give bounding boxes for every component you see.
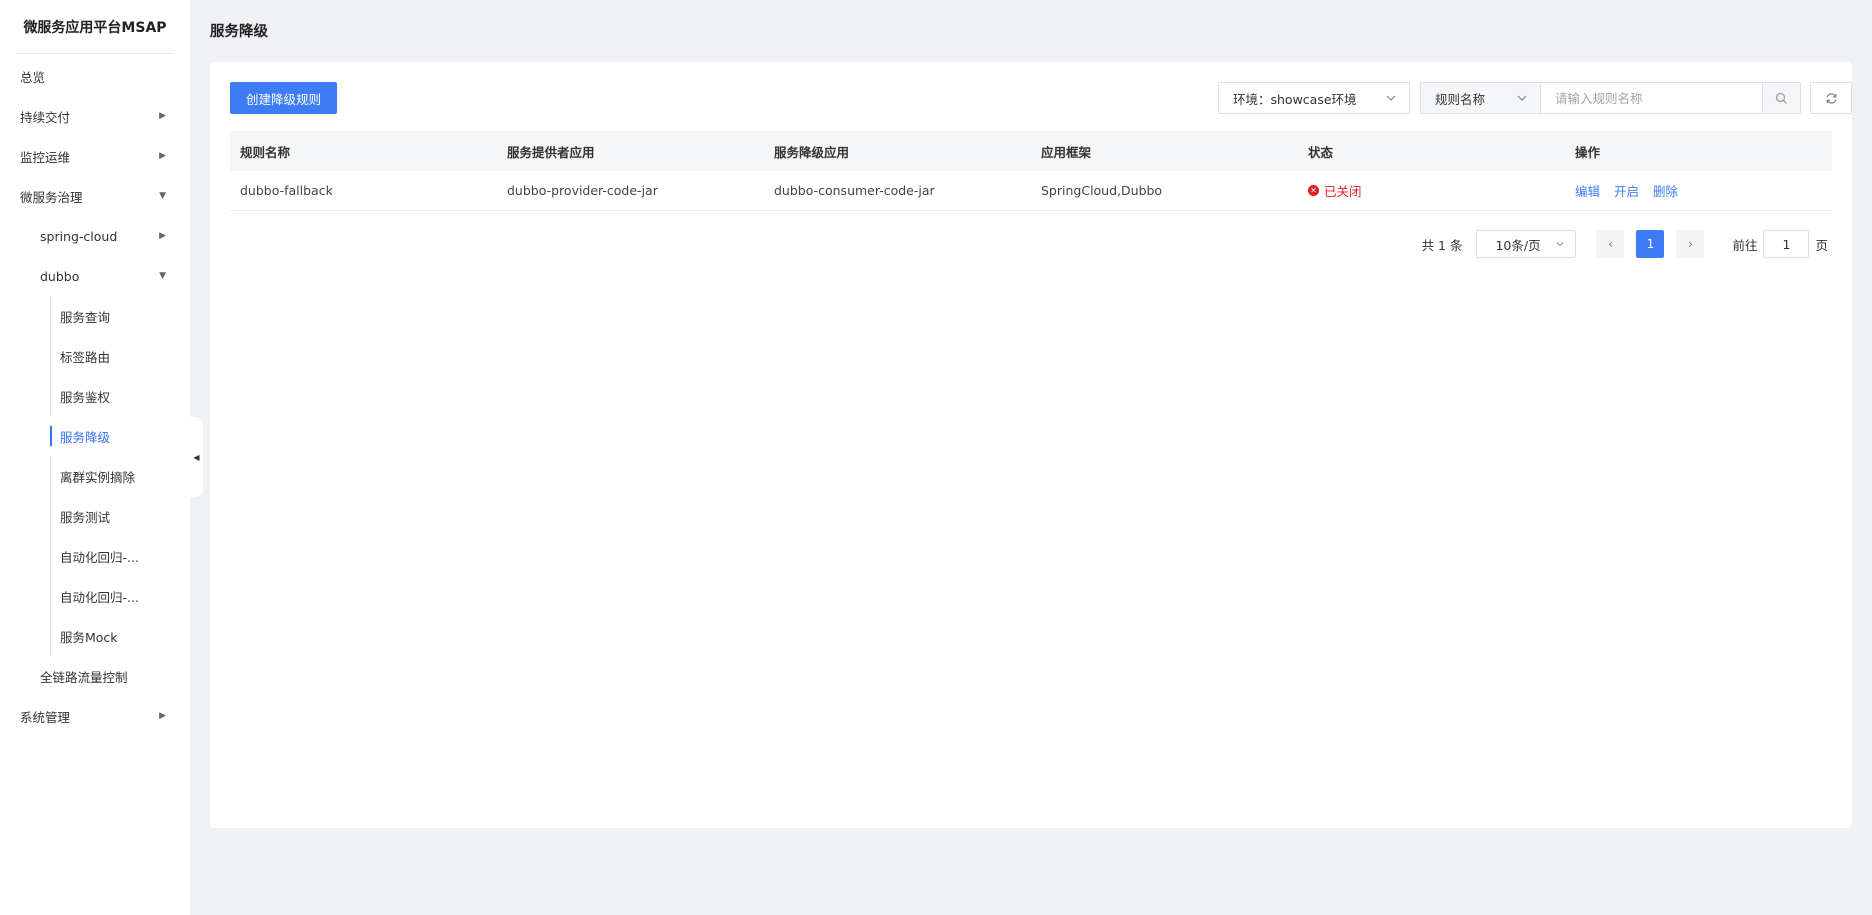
page-size-value: 10条/页 bbox=[1495, 237, 1541, 253]
caret-down-icon: ▼ bbox=[159, 271, 166, 281]
page-size-select[interactable]: 10条/页 bbox=[1476, 230, 1577, 258]
refresh-icon bbox=[1826, 92, 1836, 104]
close-circle-icon: ✕ bbox=[1308, 185, 1319, 196]
status-cell: ✕ 已关闭 bbox=[1298, 181, 1565, 200]
search-icon bbox=[1775, 92, 1787, 104]
edit-link[interactable]: 编辑 bbox=[1575, 184, 1600, 199]
search-type-value: 规则名称 bbox=[1435, 91, 1486, 107]
page-suffix: 页 bbox=[1815, 237, 1828, 253]
sidebar-item-label: spring-cloud bbox=[40, 228, 118, 244]
sidebar-nav: 总览 持续交付 ▶ 监控运维 ▶ 微服务治理 ▼ spring-cloud ▶ … bbox=[0, 56, 190, 736]
chevron-down-icon bbox=[1556, 241, 1565, 247]
sidebar-item-label: dubbo bbox=[40, 268, 80, 284]
sidebar-item-label: 微服务治理 bbox=[20, 189, 83, 205]
chevron-left-icon: ‹ bbox=[1608, 237, 1613, 251]
sidebar: 微服务应用平台MSAP 总览 持续交付 ▶ 监控运维 ▶ 微服务治理 ▼ spr… bbox=[0, 0, 190, 915]
sidebar-item-label: 自动化回归-... bbox=[60, 549, 139, 565]
total-count: 共 1 条 bbox=[1421, 237, 1463, 253]
page-number-current[interactable]: 1 bbox=[1636, 230, 1665, 258]
table-row: dubbo-fallback dubbo-provider-code-jar d… bbox=[230, 171, 1832, 211]
next-page-button[interactable]: › bbox=[1676, 230, 1705, 258]
sidebar-item-outlier-removal[interactable]: 离群实例摘除 bbox=[0, 456, 190, 496]
app-title: 微服务应用平台MSAP bbox=[16, 0, 174, 54]
goto-page-input[interactable] bbox=[1763, 230, 1810, 258]
search-type-select[interactable]: 规则名称 bbox=[1421, 83, 1541, 113]
sidebar-item-label: 服务降级 bbox=[60, 429, 111, 445]
column-header-actions: 操作 bbox=[1575, 144, 1601, 160]
sidebar-item-label: 全链路流量控制 bbox=[40, 669, 128, 685]
sidebar-item-service-degrade[interactable]: 服务降级 bbox=[0, 416, 190, 456]
create-rule-button[interactable]: 创建降级规则 bbox=[230, 82, 338, 114]
sidebar-item-cd[interactable]: 持续交付 ▶ bbox=[0, 96, 190, 136]
search-input[interactable] bbox=[1541, 83, 1762, 113]
sidebar-item-label: 总览 bbox=[20, 69, 46, 85]
sidebar-item-tag-routing[interactable]: 标签路由 bbox=[0, 336, 190, 376]
toolbar: 创建降级规则 环境：showcase环境 规则名称 bbox=[230, 82, 1852, 114]
sidebar-item-service-auth[interactable]: 服务鉴权 bbox=[0, 376, 190, 416]
sidebar-item-label: 自动化回归-... bbox=[60, 589, 139, 605]
caret-right-icon: ▶ bbox=[159, 711, 166, 721]
sidebar-item-service-query[interactable]: 服务查询 bbox=[0, 296, 190, 336]
sidebar-item-service-test[interactable]: 服务测试 bbox=[0, 496, 190, 536]
sidebar-item-service-mock[interactable]: 服务Mock bbox=[0, 616, 190, 656]
sidebar-item-label: 监控运维 bbox=[20, 149, 71, 165]
sidebar-item-label: 服务Mock bbox=[60, 629, 118, 645]
page-jumper: 前往 页 bbox=[1732, 230, 1828, 258]
sidebar-item-label: 服务测试 bbox=[60, 509, 111, 525]
sidebar-item-label: 持续交付 bbox=[20, 109, 71, 125]
pagination: 共 1 条 10条/页 ‹ 1 › 前往 页 bbox=[1422, 229, 1828, 259]
status-text: 已关闭 bbox=[1324, 184, 1362, 199]
prev-page-button[interactable]: ‹ bbox=[1596, 230, 1625, 258]
caret-right-icon: ▶ bbox=[159, 231, 166, 241]
sidebar-item-full-link[interactable]: 全链路流量控制 bbox=[0, 656, 190, 696]
column-header-provider: 服务提供者应用 bbox=[507, 144, 595, 160]
caret-left-icon: ◀ bbox=[193, 452, 200, 462]
consumer-cell: dubbo-consumer-code-jar bbox=[774, 183, 935, 198]
sidebar-item-label: 服务查询 bbox=[60, 309, 111, 325]
provider-cell: dubbo-provider-code-jar bbox=[507, 183, 658, 198]
chevron-down-icon bbox=[1386, 95, 1396, 101]
status-badge: ✕ 已关闭 bbox=[1308, 181, 1565, 200]
rule-name-cell: dubbo-fallback bbox=[240, 183, 333, 198]
caret-down-icon: ▼ bbox=[159, 191, 166, 201]
sidebar-item-system[interactable]: 系统管理 ▶ bbox=[0, 696, 190, 736]
sidebar-item-auto-regression-1[interactable]: 自动化回归-... bbox=[0, 536, 190, 576]
rules-table: 规则名称 服务提供者应用 服务降级应用 应用框架 状态 操作 dubbo-fal… bbox=[230, 131, 1832, 211]
caret-right-icon: ▶ bbox=[159, 151, 166, 161]
chevron-right-icon: › bbox=[1688, 237, 1693, 251]
environment-select[interactable]: 环境：showcase环境 bbox=[1218, 82, 1410, 114]
sidebar-item-spring-cloud[interactable]: spring-cloud ▶ bbox=[0, 216, 190, 256]
column-header-consumer: 服务降级应用 bbox=[774, 144, 850, 160]
chevron-down-icon bbox=[1517, 95, 1527, 101]
framework-cell: SpringCloud,Dubbo bbox=[1041, 183, 1163, 198]
enable-link[interactable]: 开启 bbox=[1614, 184, 1639, 199]
sidebar-item-label: 系统管理 bbox=[20, 709, 71, 725]
sidebar-item-ops[interactable]: 监控运维 ▶ bbox=[0, 136, 190, 176]
sidebar-collapse-toggle[interactable]: ◀ bbox=[190, 417, 203, 497]
sidebar-item-label: 服务鉴权 bbox=[60, 389, 111, 405]
sidebar-item-governance[interactable]: 微服务治理 ▼ bbox=[0, 176, 190, 216]
caret-right-icon: ▶ bbox=[159, 111, 166, 121]
content-card: 创建降级规则 环境：showcase环境 规则名称 规则名称 服务提供者应用 服… bbox=[210, 62, 1852, 828]
delete-link[interactable]: 删除 bbox=[1653, 184, 1678, 199]
sidebar-item-overview[interactable]: 总览 bbox=[0, 56, 190, 96]
column-header-name: 规则名称 bbox=[240, 144, 291, 160]
goto-label: 前往 bbox=[1732, 237, 1758, 253]
sidebar-item-label: 离群实例摘除 bbox=[60, 469, 136, 485]
sidebar-item-dubbo[interactable]: dubbo ▼ bbox=[0, 256, 190, 296]
column-header-framework: 应用框架 bbox=[1041, 144, 1092, 160]
refresh-button[interactable] bbox=[1810, 82, 1852, 114]
table-header: 规则名称 服务提供者应用 服务降级应用 应用框架 状态 操作 bbox=[230, 131, 1832, 171]
environment-value: 环境：showcase环境 bbox=[1233, 91, 1357, 107]
sidebar-item-auto-regression-2[interactable]: 自动化回归-... bbox=[0, 576, 190, 616]
sidebar-item-label: 标签路由 bbox=[60, 349, 111, 365]
actions-cell: 编辑 开启 删除 bbox=[1565, 181, 1832, 200]
column-header-status: 状态 bbox=[1308, 144, 1334, 160]
search-group: 规则名称 bbox=[1420, 82, 1801, 114]
page-title: 服务降级 bbox=[210, 24, 268, 40]
search-button[interactable] bbox=[1762, 83, 1800, 113]
